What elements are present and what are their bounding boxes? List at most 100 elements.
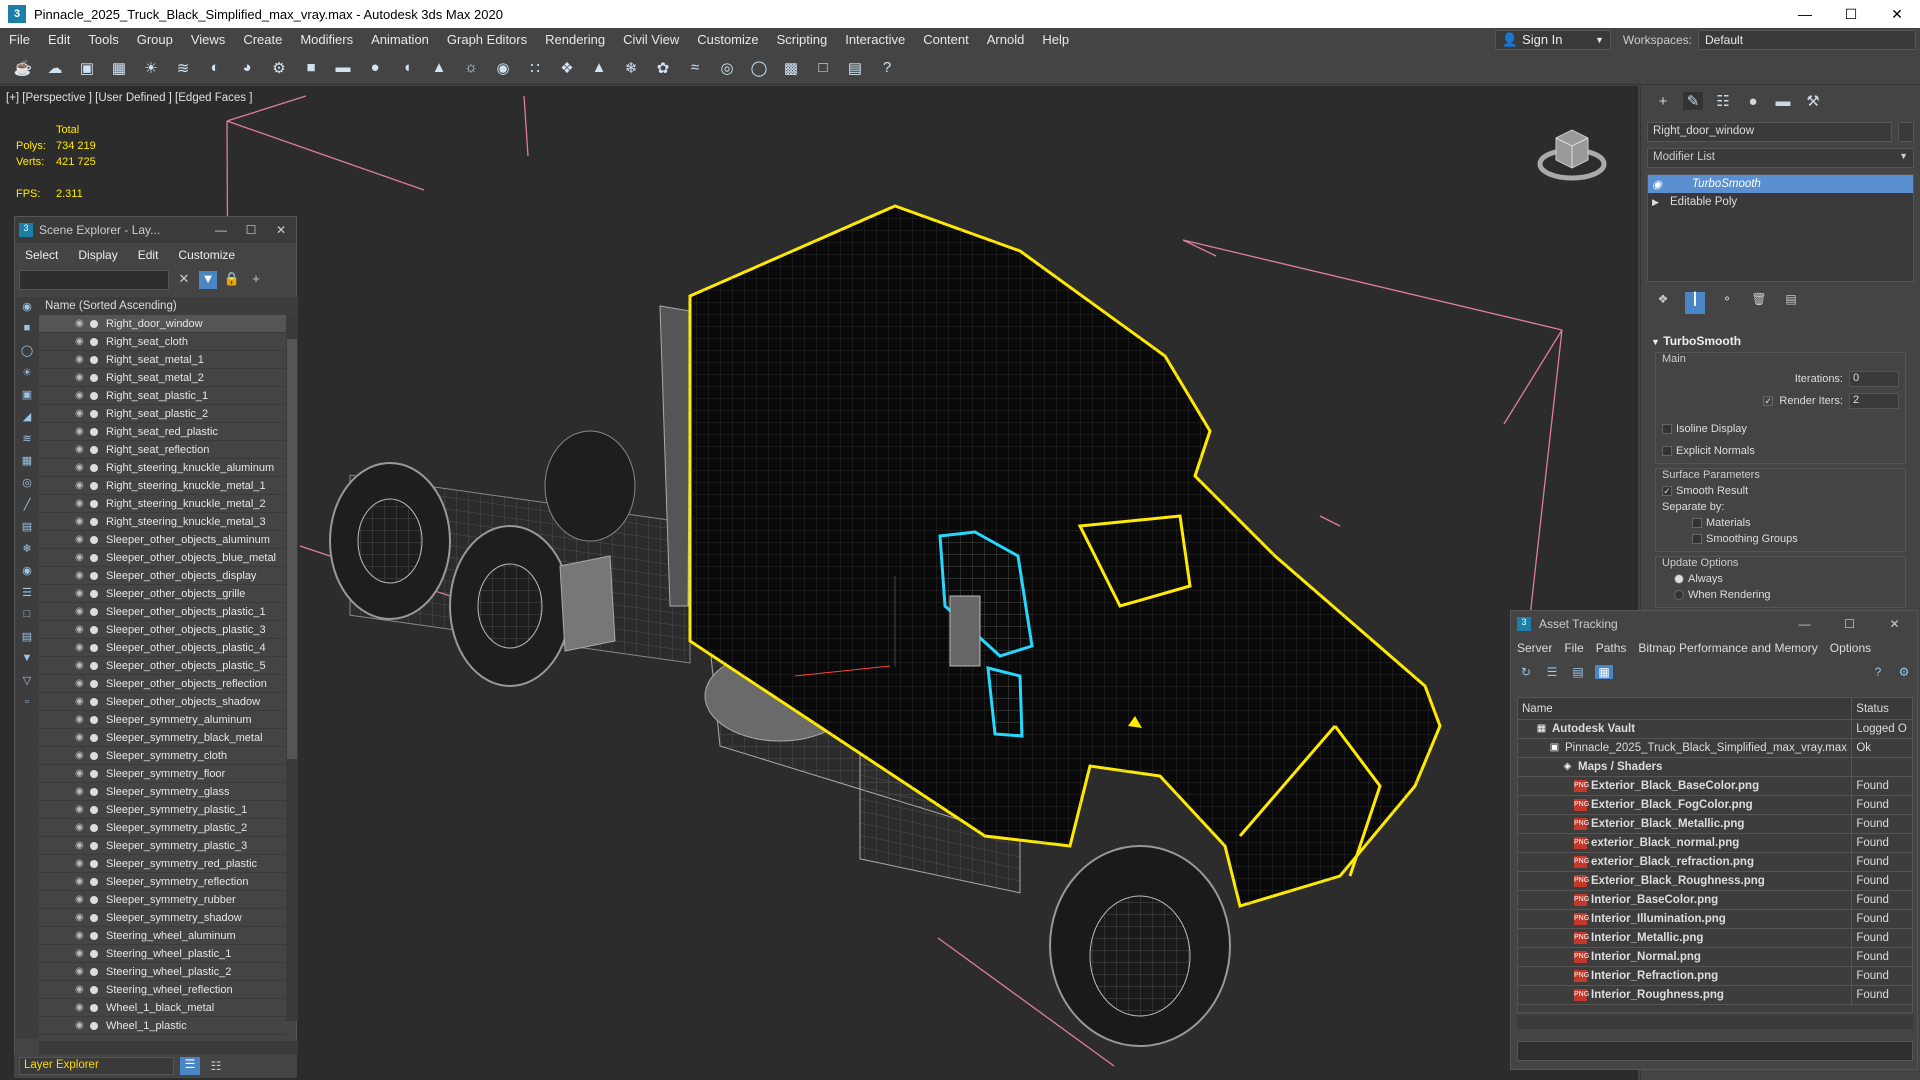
list-item[interactable]: ◉ Right_seat_reflection	[39, 441, 287, 459]
render-dot-icon[interactable]	[90, 895, 98, 904]
clear-icon[interactable]: ✕	[175, 271, 193, 289]
frozen-icon[interactable]: ❄	[19, 542, 35, 559]
gear-icon[interactable]: ⚙	[266, 55, 292, 81]
materials-checkbox[interactable]	[1692, 518, 1702, 528]
table-row[interactable]: PNG exterior_Black_refraction.png Found	[1518, 853, 1912, 872]
at-menu-paths[interactable]: Paths	[1590, 641, 1633, 655]
hair-icon[interactable]: ≈	[682, 55, 708, 81]
table-row[interactable]: ▣ Pinnacle_2025_Truck_Black_Simplified_ma…	[1518, 739, 1912, 758]
table-row[interactable]: PNG Interior_Metallic.png Found	[1518, 929, 1912, 948]
render-dot-icon[interactable]	[90, 877, 98, 886]
scroll-thumb[interactable]	[287, 339, 297, 759]
make-unique-icon[interactable]: ⚬	[1717, 292, 1737, 314]
viewport-label[interactable]: [+] [Perspective ] [User Defined ] [Edge…	[6, 92, 252, 104]
menu-rendering[interactable]: Rendering	[536, 32, 614, 47]
render-dot-icon[interactable]	[90, 481, 98, 490]
globe-icon[interactable]: ◯	[746, 55, 772, 81]
minimize-icon[interactable]: —	[206, 223, 236, 237]
fur-icon[interactable]: ✿	[650, 55, 676, 81]
eye-icon[interactable]: ◉	[75, 912, 87, 923]
eye-icon[interactable]: ◉	[75, 426, 87, 437]
list-item[interactable]: ◉ Sleeper_symmetry_aluminum	[39, 711, 287, 729]
light-icon[interactable]: ☀	[138, 55, 164, 81]
ball-icon[interactable]: ◉	[490, 55, 516, 81]
list-item[interactable]: ◉ Sleeper_symmetry_glass	[39, 783, 287, 801]
xref-icon[interactable]: ◎	[19, 476, 35, 493]
frame-buffer-icon[interactable]: □	[810, 55, 836, 81]
eye-icon[interactable]: ◉	[75, 354, 87, 365]
list-item[interactable]: ◉ Right_seat_cloth	[39, 333, 287, 351]
eye-icon[interactable]: ◉	[75, 444, 87, 455]
render-dot-icon[interactable]	[90, 679, 98, 688]
list-item[interactable]: ◉ Right_steering_knuckle_metal_2	[39, 495, 287, 513]
camera-icon[interactable]: ◐	[202, 55, 228, 81]
viewcube-icon[interactable]	[1536, 116, 1608, 186]
asset-tracking-titlebar[interactable]: 3 Asset Tracking — ☐ ✕	[1511, 611, 1917, 637]
funnel-icon[interactable]: ▽	[19, 674, 35, 691]
object-color-swatch[interactable]	[1898, 122, 1914, 142]
sign-in-dropdown[interactable]: 👤 Sign In ▼	[1494, 29, 1611, 50]
eye-icon[interactable]: ◉	[75, 642, 87, 653]
list-item[interactable]: ◉ Sleeper_other_objects_aluminum	[39, 531, 287, 549]
group-icon[interactable]: ▦	[19, 454, 35, 471]
smoothing-groups-checkbox[interactable]	[1692, 534, 1702, 544]
eye-icon[interactable]: ◉	[75, 660, 87, 671]
list-item[interactable]: ◉ Right_seat_plastic_1	[39, 387, 287, 405]
menu-customize[interactable]: Customize	[688, 32, 767, 47]
eye-icon[interactable]: ◉	[75, 678, 87, 689]
maximize-icon[interactable]: ☐	[236, 223, 266, 237]
list-item[interactable]: ◉ Sleeper_symmetry_floor	[39, 765, 287, 783]
menu-modifiers[interactable]: Modifiers	[291, 32, 362, 47]
menu-interactive[interactable]: Interactive	[836, 32, 914, 47]
eye-icon[interactable]: ◉	[75, 372, 87, 383]
scatter-icon[interactable]: ∷	[522, 55, 548, 81]
menu-create[interactable]: Create	[234, 32, 291, 47]
grid-icon[interactable]: ▦	[106, 55, 132, 81]
eye-icon[interactable]: ◉	[75, 966, 87, 977]
menu-animation[interactable]: Animation	[362, 32, 438, 47]
render-dot-icon[interactable]	[90, 913, 98, 922]
list-item[interactable]: ◉ Sleeper_symmetry_cloth	[39, 747, 287, 765]
pipe-icon[interactable]: ❖	[554, 55, 580, 81]
list-item[interactable]: ◉ Right_steering_knuckle_metal_1	[39, 477, 287, 495]
table-row[interactable]: PNG exterior_Black_normal.png Found	[1518, 834, 1912, 853]
layer-explorer-dropdown[interactable]: Layer Explorer	[19, 1057, 174, 1075]
render-dot-icon[interactable]	[90, 715, 98, 724]
list-item[interactable]: ◉ Right_seat_plastic_2	[39, 405, 287, 423]
render-dot-icon[interactable]	[90, 463, 98, 472]
list-item[interactable]: ◉ Steering_wheel_plastic_2	[39, 963, 287, 981]
list-item[interactable]: ◉ Sleeper_symmetry_reflection	[39, 873, 287, 891]
pin-icon[interactable]: ❖	[1653, 292, 1673, 314]
render-dot-icon[interactable]	[90, 985, 98, 994]
configure-icon[interactable]: ▤	[1781, 292, 1801, 314]
menu-views[interactable]: Views	[182, 32, 234, 47]
eye-icon[interactable]: ◉	[75, 894, 87, 905]
eye-icon[interactable]: ◉	[1652, 177, 1670, 191]
se-menu-display[interactable]: Display	[68, 248, 127, 262]
smooth-result-checkbox[interactable]: ✓	[1662, 486, 1672, 496]
menu-tools[interactable]: Tools	[79, 32, 127, 47]
maximize-icon[interactable]: ☐	[1827, 617, 1872, 631]
modify-tab-icon[interactable]: ✎	[1683, 92, 1703, 110]
list-view-icon[interactable]: ☰	[1543, 665, 1561, 679]
menu-group[interactable]: Group	[128, 32, 182, 47]
eye-icon[interactable]: ◉	[75, 498, 87, 509]
square-icon[interactable]: □	[19, 608, 35, 625]
list-item[interactable]: ◉ Right_door_window	[39, 315, 287, 333]
render-dot-icon[interactable]	[90, 805, 98, 814]
eye-icon[interactable]: ◉	[75, 858, 87, 869]
when-rendering-radio[interactable]	[1674, 590, 1684, 600]
render-dot-icon[interactable]	[90, 1003, 98, 1012]
eye-icon[interactable]: ◉	[75, 768, 87, 779]
minimize-icon[interactable]: —	[1782, 6, 1828, 23]
hierarchy-tab-icon[interactable]: ☷	[1713, 92, 1733, 110]
at-menu-file[interactable]: File	[1558, 641, 1589, 655]
shape-icon[interactable]: ◯	[19, 344, 35, 361]
render-dot-icon[interactable]	[90, 499, 98, 508]
eye-icon[interactable]: ◉	[75, 570, 87, 581]
col-name[interactable]: Name	[1518, 698, 1853, 719]
grid-view-icon[interactable]: ▦	[1595, 665, 1613, 679]
list-item[interactable]: ◉ Sleeper_symmetry_plastic_2	[39, 819, 287, 837]
render-dot-icon[interactable]	[90, 1021, 98, 1030]
list-item[interactable]: ◉ Sleeper_other_objects_blue_metal	[39, 549, 287, 567]
